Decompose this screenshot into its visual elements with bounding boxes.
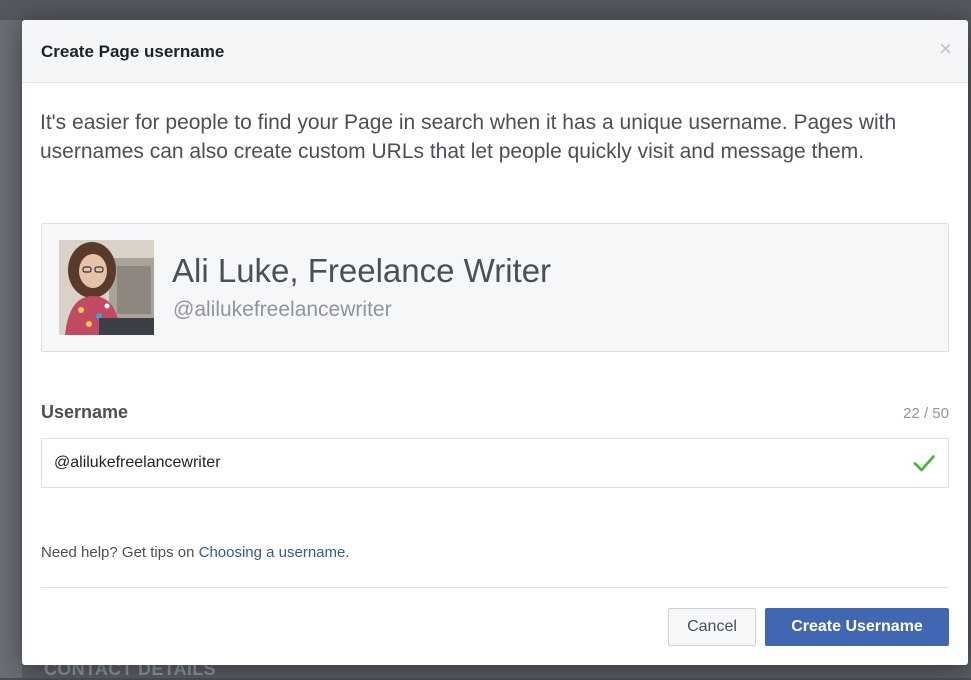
dialog-header: Create Page username ×: [22, 20, 968, 83]
username-input[interactable]: [42, 439, 902, 487]
character-counter: 22 / 50: [903, 405, 949, 422]
help-text: Need help? Get tips on Choosing a userna…: [41, 544, 350, 561]
dialog-title: Create Page username: [41, 42, 225, 61]
page-handle: @alilukefreelancewriter: [173, 298, 392, 321]
check-icon: [913, 455, 935, 472]
username-input-wrapper: [41, 438, 949, 488]
username-label: Username: [41, 402, 129, 422]
page-preview-card: Ali Luke, Freelance Writer @alilukefreel…: [41, 223, 949, 352]
intro-text: It's easier for people to find your Page…: [40, 111, 897, 163]
close-icon[interactable]: ×: [939, 38, 952, 60]
avatar: [59, 240, 154, 335]
footer-divider: [41, 587, 949, 588]
create-username-dialog: Create Page username × It's easier for p…: [22, 20, 968, 665]
background-panel-top: [0, 0, 971, 20]
help-prefix: Need help? Get tips on: [41, 544, 199, 561]
create-username-button[interactable]: Create Username: [765, 608, 949, 646]
background-panel-left: [0, 0, 22, 678]
page-name: Ali Luke, Freelance Writer: [172, 252, 552, 289]
cancel-button[interactable]: Cancel: [668, 608, 756, 646]
choosing-username-link[interactable]: Choosing a username: [199, 544, 346, 561]
help-suffix: .: [345, 544, 350, 561]
profile-photo-icon: [59, 240, 154, 335]
